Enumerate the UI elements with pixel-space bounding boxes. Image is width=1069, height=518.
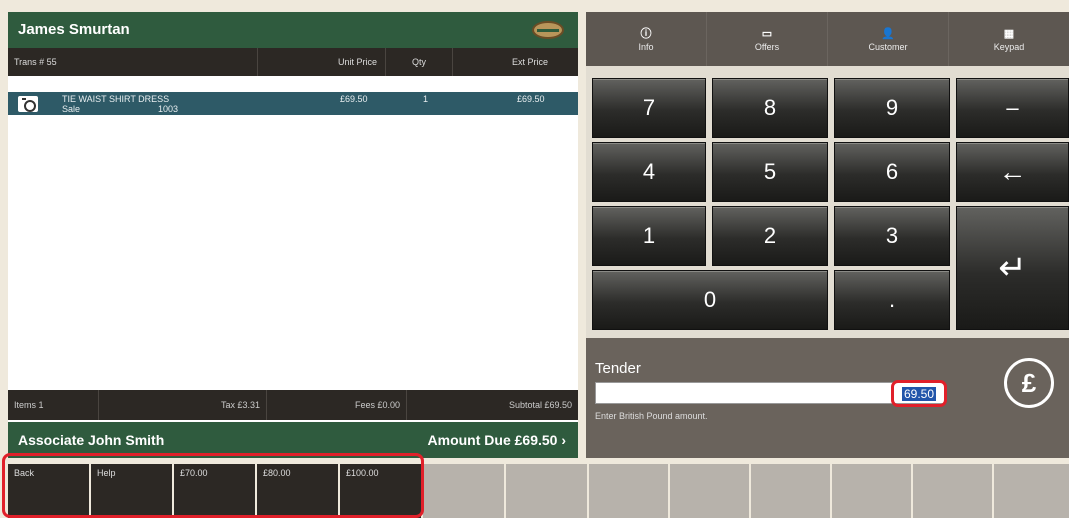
transaction-panel: James Smurtan Trans # 55 Unit Price Qty …	[8, 12, 578, 458]
tab-info-label: Info	[638, 42, 654, 52]
table-row[interactable]: TIE WAIST SHIRT DRESS Sale 1003 £69.50 1…	[8, 92, 578, 115]
tab-info[interactable]: ⓘ Info	[586, 12, 706, 66]
key-enter[interactable]: ↵	[956, 206, 1069, 330]
key-1[interactable]: 1	[592, 206, 706, 266]
item-unit-price: £69.50	[340, 94, 368, 104]
key-4[interactable]: 4	[592, 142, 706, 202]
tab-keypad-label: Keypad	[993, 42, 1025, 52]
amount-due[interactable]: Amount Due £69.50 ›	[428, 432, 566, 448]
col-trans: Trans # 55	[14, 57, 57, 67]
tender-value: 69.50	[901, 386, 937, 401]
summary-bar: Items 1 Tax £3.31 Fees £0.00 Subtotal £6…	[8, 390, 578, 420]
subtotal: Subtotal £69.50	[406, 390, 578, 420]
customer-icon: 👤	[881, 28, 895, 40]
item-description: TIE WAIST SHIRT DRESS	[62, 94, 170, 104]
empty-function-key	[751, 464, 830, 518]
tab-bar: ⓘ Info ▭ Offers 👤 Customer ▦ Keypad	[586, 12, 1069, 74]
empty-function-key	[589, 464, 668, 518]
table-header: Trans # 55 Unit Price Qty Ext Price	[8, 48, 578, 76]
key-8[interactable]: 8	[712, 78, 828, 138]
empty-function-key	[506, 464, 587, 518]
key-6[interactable]: 6	[834, 142, 950, 202]
key-7[interactable]: 7	[592, 78, 706, 138]
key-2[interactable]: 2	[712, 206, 828, 266]
empty-function-key	[670, 464, 749, 518]
tender-hint: Enter British Pound amount.	[595, 411, 708, 421]
function-keys-highlight	[2, 453, 424, 518]
item-ext-price: £69.50	[517, 94, 545, 104]
item-sku: 1003	[158, 104, 179, 114]
items-count: Items 1	[14, 400, 44, 410]
customer-name: James Smurtan	[18, 21, 130, 38]
camera-icon	[18, 96, 38, 112]
pound-tender-button[interactable]: £	[1004, 358, 1054, 408]
tender-panel: Tender 69.50 Enter British Pound amount.…	[586, 338, 1069, 458]
key-5[interactable]: 5	[712, 142, 828, 202]
offers-icon: ▭	[761, 28, 773, 40]
key-3[interactable]: 3	[834, 206, 950, 266]
store-logo-icon	[532, 21, 564, 39]
tender-value-highlight: 69.50	[891, 380, 947, 407]
customer-header[interactable]: James Smurtan	[8, 12, 578, 48]
info-icon: ⓘ	[640, 28, 652, 40]
col-qty: Qty	[385, 48, 452, 76]
empty-function-key	[832, 464, 911, 518]
keypad: 7 8 9 – 4 5 6 ← 1 2 3 ↵ 0 .	[586, 66, 1069, 338]
empty-function-key	[423, 464, 504, 518]
item-qty: 1	[423, 94, 429, 104]
pound-icon: £	[1021, 367, 1037, 398]
tab-customer[interactable]: 👤 Customer	[827, 12, 948, 66]
associate-label: Associate John Smith	[18, 432, 165, 448]
tab-keypad[interactable]: ▦ Keypad	[948, 12, 1069, 74]
empty-function-key	[994, 464, 1069, 518]
tab-offers-label: Offers	[754, 42, 780, 52]
key-0[interactable]: 0	[592, 270, 828, 330]
empty-function-key	[913, 464, 992, 518]
key-9[interactable]: 9	[834, 78, 950, 138]
tab-customer-label: Customer	[868, 42, 908, 52]
fees-total: Fees £0.00	[266, 390, 406, 420]
key-minus[interactable]: –	[956, 78, 1069, 138]
tender-label: Tender	[595, 360, 641, 377]
item-type: Sale	[62, 104, 81, 114]
key-backspace[interactable]: ←	[956, 142, 1069, 202]
tax-total: Tax £3.31	[98, 390, 266, 420]
key-dot[interactable]: .	[834, 270, 950, 330]
keypad-icon: ▦	[1003, 28, 1015, 40]
col-ext-price: Ext Price	[452, 48, 578, 76]
tab-offers[interactable]: ▭ Offers	[706, 12, 827, 66]
col-unit-price: Unit Price	[257, 48, 385, 76]
